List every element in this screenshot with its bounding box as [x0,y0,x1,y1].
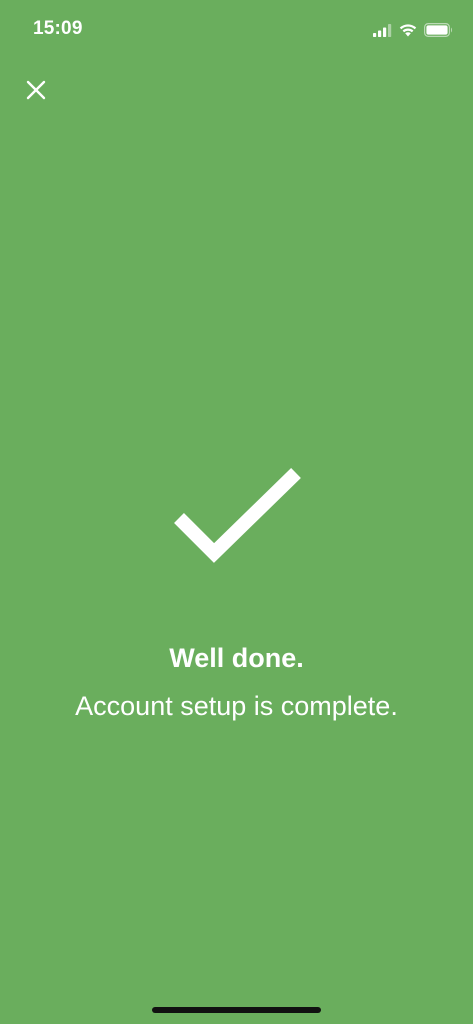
battery-icon [424,23,453,37]
wifi-icon [399,23,417,37]
close-icon [25,79,47,106]
status-bar: 15:09 [0,0,473,58]
success-screen: 15:09 Well done. Account setup is comple… [0,0,473,1024]
home-indicator[interactable] [152,1007,321,1013]
success-title: Well done. [169,643,304,673]
checkmark-icon [170,464,306,568]
success-message: Account setup is complete. [75,691,398,721]
status-icons [373,20,453,40]
status-time: 15:09 [33,18,83,39]
signal-icon [373,23,392,37]
close-button[interactable] [20,76,52,108]
